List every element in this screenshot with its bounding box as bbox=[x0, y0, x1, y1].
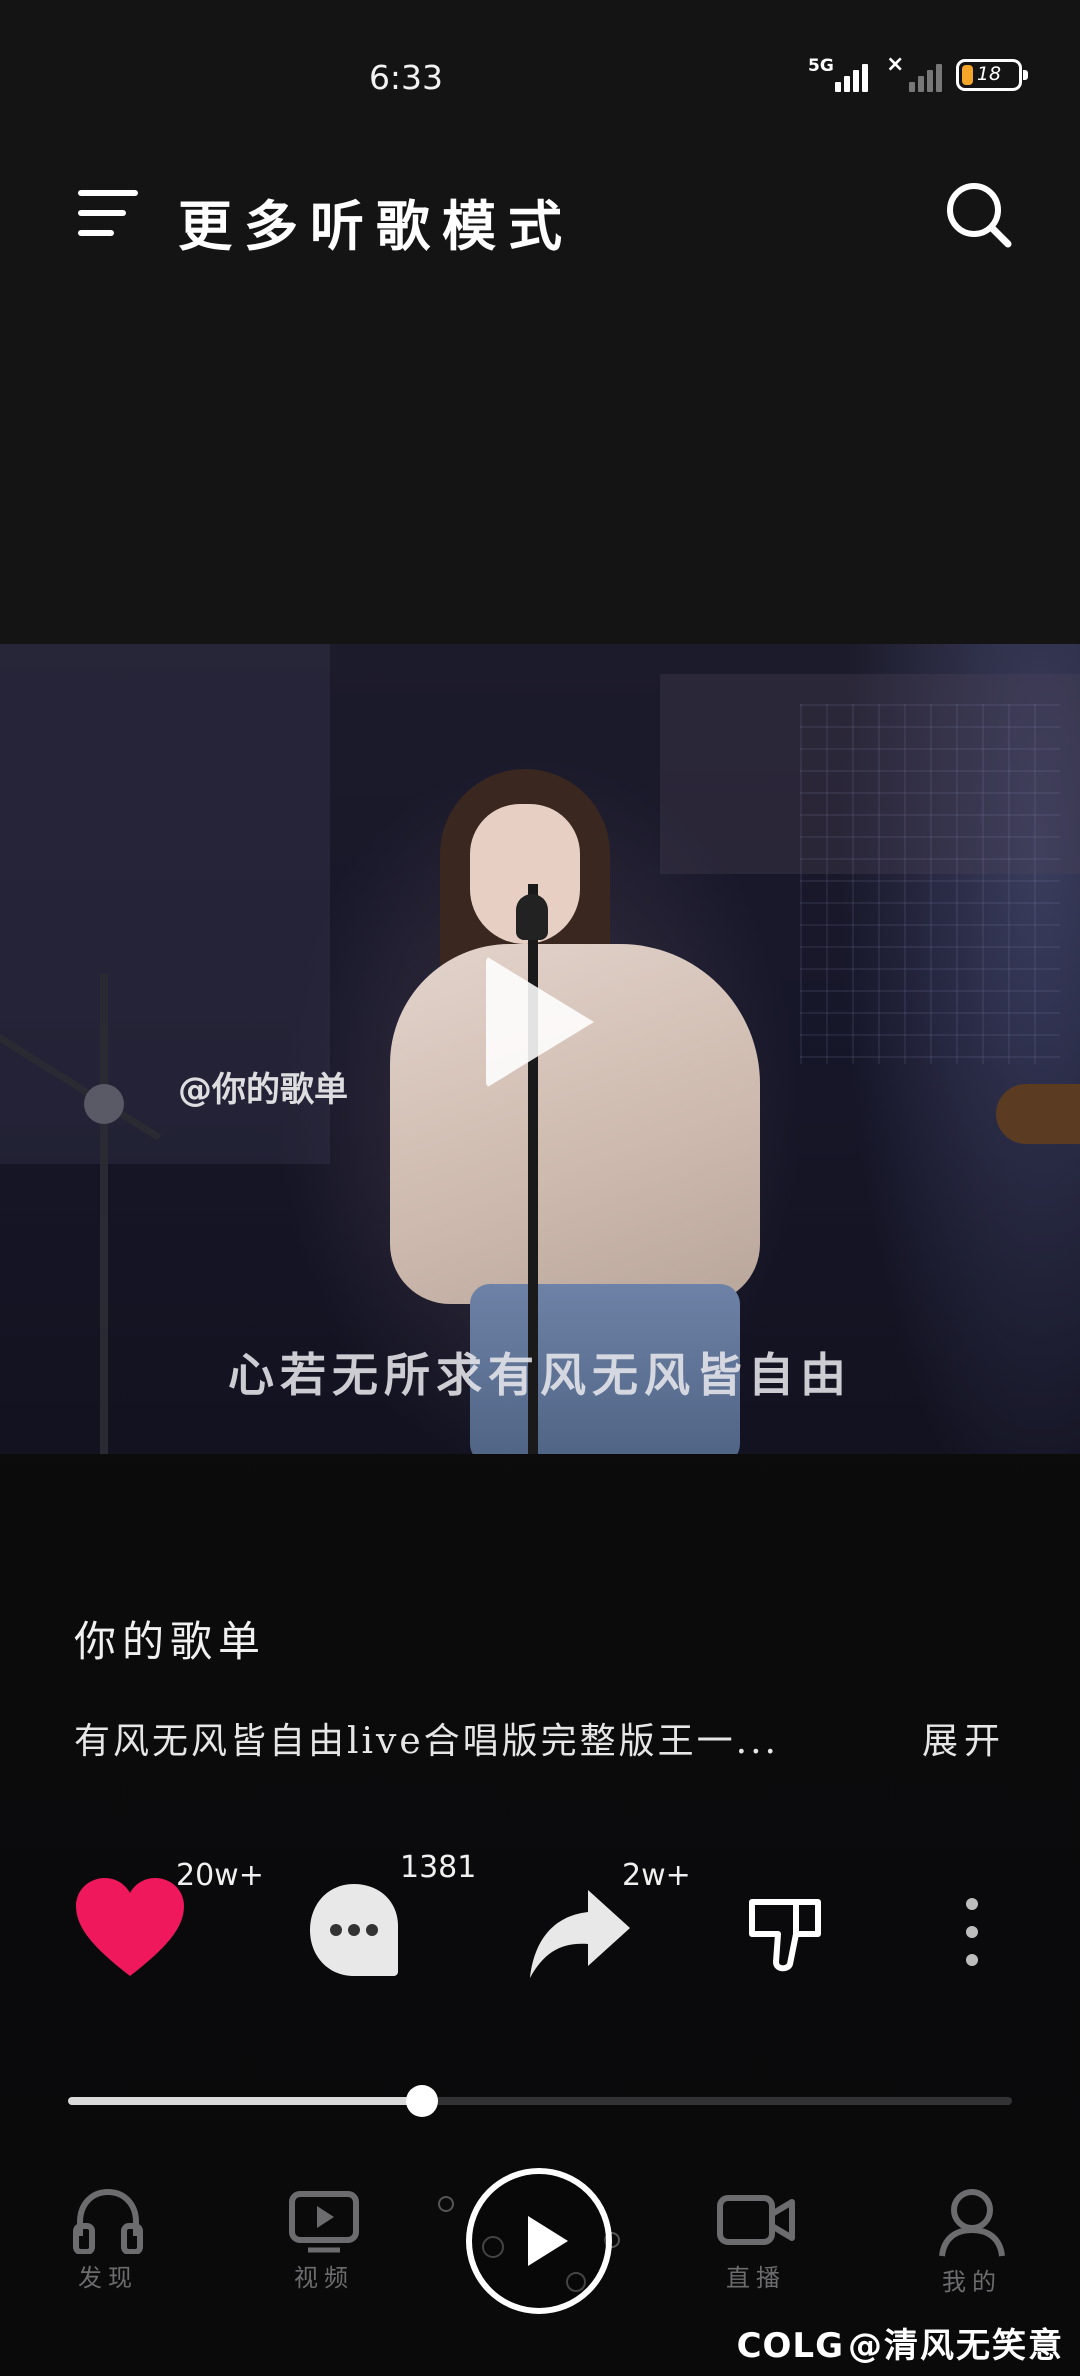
credit-text: @清风无笑意 bbox=[848, 2326, 1064, 2366]
progress-thumb[interactable] bbox=[406, 2085, 438, 2117]
action-bar: 20w+ 1381 2w+ bbox=[0, 1840, 1080, 1990]
nav-label: 直播 bbox=[726, 2264, 786, 2292]
comment-button[interactable]: 1381 bbox=[296, 1840, 476, 1990]
progress-played bbox=[68, 2097, 422, 2105]
no-signal-icon: × bbox=[882, 52, 942, 94]
playback-progress-slider[interactable] bbox=[68, 2085, 1012, 2117]
play-icon[interactable] bbox=[486, 956, 594, 1088]
status-icons: 5G × 18 bbox=[808, 52, 1028, 94]
nav-item-profile[interactable]: 我的 bbox=[892, 2186, 1052, 2316]
dislike-button[interactable] bbox=[736, 1840, 906, 1990]
lyric-caption: 心若无所求有风无风皆自由 bbox=[228, 1348, 852, 1402]
video-player[interactable]: @你的歌单 心若无所求有风无风皆自由 bbox=[0, 644, 1080, 1454]
page-title: 更多听歌模式 bbox=[178, 194, 574, 258]
playlist-name[interactable]: 你的歌单 bbox=[74, 1608, 266, 1669]
like-button[interactable]: 20w+ bbox=[68, 1840, 264, 1990]
nav-label: 发现 bbox=[78, 2264, 138, 2292]
search-icon[interactable] bbox=[942, 178, 1014, 250]
colg-logo: COLG bbox=[736, 2326, 844, 2366]
comment-count: 1381 bbox=[400, 1850, 477, 1885]
heart-icon bbox=[76, 1878, 184, 1976]
image-credit-watermark: COLG @清风无笑意 bbox=[737, 2318, 1064, 2367]
nav-label: 视频 bbox=[294, 2264, 354, 2292]
nav-label: 我的 bbox=[942, 2268, 1002, 2296]
headphones-icon bbox=[73, 2188, 143, 2254]
microphone bbox=[516, 894, 548, 940]
expand-button[interactable]: 展开 bbox=[922, 1712, 1006, 1764]
share-button[interactable]: 2w+ bbox=[522, 1840, 692, 1990]
cellular-signal-icon: 5G bbox=[808, 56, 868, 94]
nav-item-discover[interactable]: 发现 bbox=[28, 2186, 188, 2316]
header: 更多听歌模式 bbox=[0, 160, 1080, 270]
user-icon bbox=[939, 2189, 1005, 2257]
center-play-button[interactable] bbox=[466, 2168, 612, 2314]
like-count: 20w+ bbox=[176, 1858, 264, 1893]
video-watermark: @你的歌单 bbox=[178, 1070, 348, 1110]
battery-icon: 18 bbox=[956, 59, 1028, 91]
play-icon bbox=[528, 2216, 568, 2266]
video-play-icon bbox=[289, 2191, 359, 2253]
comment-icon bbox=[310, 1884, 398, 1976]
status-time: 6:33 bbox=[368, 58, 444, 97]
more-options-button[interactable] bbox=[930, 1840, 1010, 1990]
guitar bbox=[996, 1084, 1080, 1144]
thumbs-down-icon bbox=[749, 1899, 821, 1972]
status-bar: 6:33 5G × 18 bbox=[0, 0, 1080, 150]
camera-icon bbox=[717, 2195, 795, 2245]
nav-item-video[interactable]: 视频 bbox=[244, 2186, 404, 2316]
nav-item-live[interactable]: 直播 bbox=[676, 2186, 836, 2316]
screen: 6:33 5G × 18 更多听歌模式 @你的歌单 心若无所求有风无风皆自由 你… bbox=[0, 0, 1080, 2376]
battery-level: 18 bbox=[976, 63, 1002, 85]
more-vertical-icon bbox=[966, 1898, 978, 1966]
song-description: 有风无风皆自由live合唱版完整版王一... bbox=[74, 1721, 780, 1762]
hamburger-menu-icon[interactable] bbox=[78, 186, 138, 242]
network-type-label: 5G bbox=[808, 56, 834, 76]
share-count: 2w+ bbox=[622, 1858, 691, 1893]
share-icon bbox=[530, 1890, 630, 1978]
